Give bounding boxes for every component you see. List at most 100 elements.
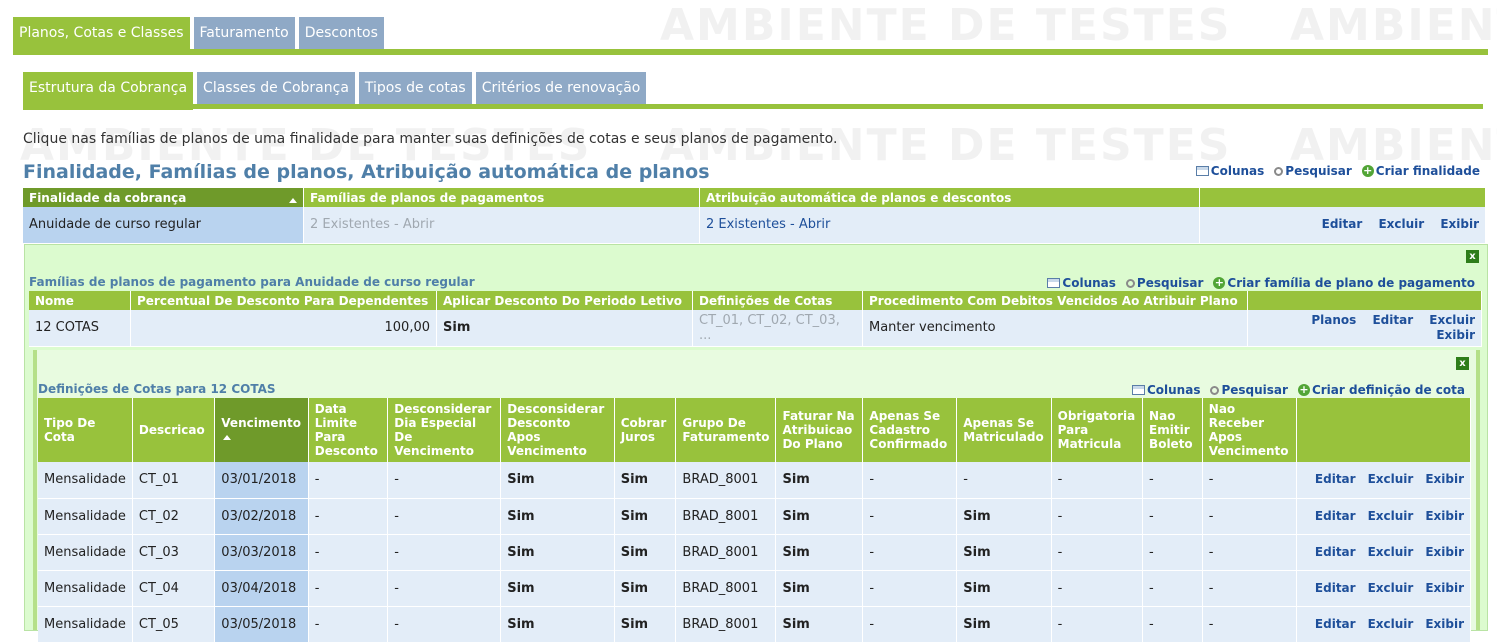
- search-icon: [1210, 385, 1220, 395]
- columns-label: Colunas: [1146, 383, 1201, 397]
- col-data-limite[interactable]: Data Limite Para Desconto: [308, 398, 389, 462]
- col-atribuicao[interactable]: Atribuição automática de planos e descon…: [699, 188, 1200, 207]
- table-cell: Mensalidade: [38, 534, 133, 571]
- close-icon[interactable]: x: [1466, 250, 1479, 263]
- col-definicoes[interactable]: Definições de Cotas: [692, 291, 863, 310]
- plans-link[interactable]: Planos: [1311, 313, 1356, 327]
- quotas-panel-title: Definições de Cotas para 12 COTAS: [38, 382, 276, 396]
- table-cell: Sim: [956, 570, 1052, 607]
- cell-definicoes: CT_01, CT_02, CT_03, ...: [692, 310, 863, 347]
- view-link[interactable]: Exibir: [1425, 545, 1464, 559]
- table-row[interactable]: Mensalidade CT_01 03/01/2018- - Sim Sim BRAD_8…: [38, 462, 1472, 499]
- col-dia-especial[interactable]: Desconsiderar Dia Especial De Vencimento: [387, 398, 502, 462]
- edit-link[interactable]: Editar: [1315, 472, 1356, 486]
- col-tipo[interactable]: Tipo De Cota: [38, 398, 133, 462]
- col-label: Vencimento: [221, 416, 302, 430]
- search-button[interactable]: Pesquisar: [1274, 164, 1352, 178]
- plus-icon: +: [1213, 276, 1226, 289]
- col-percentual[interactable]: Percentual De Desconto Para Dependentes: [130, 291, 437, 310]
- col-nao-receber[interactable]: Nao Receber Apos Vencimento: [1202, 398, 1297, 462]
- delete-link[interactable]: Excluir: [1378, 217, 1424, 231]
- columns-label: Colunas: [1210, 164, 1265, 178]
- table-row[interactable]: Mensalidade CT_02 03/02/2018- - Sim Sim BRAD_8…: [38, 498, 1472, 535]
- col-cadastro[interactable]: Apenas Se Cadastro Confirmado: [862, 398, 958, 462]
- col-aplicar[interactable]: Aplicar Desconto Do Periodo Letivo: [436, 291, 693, 310]
- table-cell: Sim: [500, 498, 615, 535]
- search-button[interactable]: Pesquisar: [1125, 276, 1203, 290]
- table-cell: -: [1202, 534, 1297, 571]
- view-link[interactable]: Exibir: [1425, 509, 1464, 523]
- col-juros[interactable]: Cobrar Juros: [614, 398, 677, 462]
- table-row[interactable]: Anuidade de curso regular 2 Existentes -…: [23, 207, 1486, 244]
- tab-classes[interactable]: Classes de Cobrança: [197, 72, 355, 104]
- row-actions: Editar Excluir Exibir: [1296, 462, 1472, 499]
- col-familias[interactable]: Famílias de planos de pagamentos: [303, 188, 700, 207]
- edit-link[interactable]: Editar: [1315, 581, 1356, 595]
- columns-icon: [1131, 385, 1145, 395]
- table-cell: Sim: [956, 534, 1052, 571]
- table-row[interactable]: Mensalidade CT_05 03/05/2018- - Sim Sim BRAD_8…: [38, 606, 1472, 643]
- table-cell: BRAD_8001: [675, 606, 777, 643]
- search-icon: [1274, 166, 1284, 176]
- cell-finalidade: Anuidade de curso regular: [23, 207, 304, 244]
- col-nome[interactable]: Nome: [29, 291, 131, 310]
- search-button[interactable]: Pesquisar: [1210, 383, 1288, 397]
- delete-link[interactable]: Excluir: [1368, 472, 1414, 486]
- table-cell: -: [308, 570, 389, 607]
- edit-link[interactable]: Editar: [1372, 313, 1413, 327]
- edit-link[interactable]: Editar: [1315, 545, 1356, 559]
- tab-descontos[interactable]: Descontos: [298, 17, 384, 49]
- watermark: AMBIENTE DE TESTES: [660, 0, 1232, 51]
- table-row[interactable]: 12 COTAS 100,00 Sim CT_01, CT_02, CT_03,…: [29, 310, 1482, 347]
- table-cell: Sim: [500, 462, 615, 499]
- table-cell: -: [862, 534, 958, 571]
- col-matriculado[interactable]: Apenas Se Matriculado: [956, 398, 1052, 462]
- search-label: Pesquisar: [1285, 164, 1352, 178]
- row-actions: Editar Excluir Exibir: [1296, 498, 1472, 535]
- delete-link[interactable]: Excluir: [1368, 617, 1414, 631]
- delete-link[interactable]: Excluir: [1368, 581, 1414, 595]
- families-toolbar: Colunas Pesquisar + Criar família de plan…: [1047, 276, 1475, 290]
- col-desconto-apos[interactable]: Desconsiderar Desconto Apos Vencimento: [500, 398, 615, 462]
- col-grupo[interactable]: Grupo De Faturamento: [675, 398, 777, 462]
- edit-link[interactable]: Editar: [1315, 509, 1356, 523]
- create-quota-button[interactable]: + Criar definição de cota: [1297, 383, 1465, 397]
- col-actions: [1199, 188, 1486, 207]
- columns-button[interactable]: Colunas: [1047, 276, 1116, 290]
- cell-percentual: 100,00: [130, 310, 437, 347]
- view-link[interactable]: Exibir: [1425, 472, 1464, 486]
- col-descricao[interactable]: Descricao: [132, 398, 216, 462]
- table-cell: Mensalidade: [38, 570, 133, 607]
- table-cell: 03/05/2018: [214, 606, 309, 643]
- col-procedimento[interactable]: Procedimento Com Debitos Vencidos Ao Atr…: [862, 291, 1248, 310]
- table-row[interactable]: Mensalidade CT_03 03/03/2018- - Sim Sim BRAD_8…: [38, 534, 1472, 571]
- col-vencimento[interactable]: Vencimento: [214, 398, 309, 462]
- familias-open-link[interactable]: 2 Existentes - Abrir: [303, 207, 700, 244]
- col-actions: [1296, 398, 1472, 462]
- view-link[interactable]: Exibir: [1436, 328, 1475, 342]
- view-link[interactable]: Exibir: [1425, 617, 1464, 631]
- edit-link[interactable]: Editar: [1315, 617, 1356, 631]
- create-family-button[interactable]: + Criar família de plano de pagamento: [1213, 276, 1475, 290]
- edit-link[interactable]: Editar: [1322, 217, 1363, 231]
- delete-link[interactable]: Excluir: [1429, 313, 1475, 327]
- columns-button[interactable]: Colunas: [1195, 164, 1265, 178]
- col-obrigatoria[interactable]: Obrigatoria Para Matricula: [1051, 398, 1144, 462]
- view-link[interactable]: Exibir: [1440, 217, 1479, 231]
- columns-button[interactable]: Colunas: [1131, 383, 1201, 397]
- create-finalidade-button[interactable]: + Criar finalidade: [1361, 164, 1480, 178]
- view-link[interactable]: Exibir: [1425, 581, 1464, 595]
- col-faturar[interactable]: Faturar Na Atribuicao Do Plano: [775, 398, 864, 462]
- atribuicao-open-link[interactable]: 2 Existentes - Abrir: [699, 207, 1200, 244]
- search-label: Pesquisar: [1221, 383, 1288, 397]
- cell-aplicar: Sim: [436, 310, 693, 347]
- col-finalidade[interactable]: Finalidade da cobrança: [23, 188, 304, 207]
- tab-tipos[interactable]: Tipos de cotas: [358, 72, 472, 104]
- col-nao-emitir[interactable]: Nao Emitir Boleto: [1142, 398, 1203, 462]
- delete-link[interactable]: Excluir: [1368, 509, 1414, 523]
- tab-criterios[interactable]: Critérios de renovação: [475, 72, 647, 104]
- close-icon[interactable]: x: [1456, 357, 1469, 370]
- tab-faturamento[interactable]: Faturamento: [193, 17, 295, 49]
- table-row[interactable]: Mensalidade CT_04 03/04/2018- - Sim Sim BRAD_8…: [38, 570, 1472, 607]
- delete-link[interactable]: Excluir: [1368, 545, 1414, 559]
